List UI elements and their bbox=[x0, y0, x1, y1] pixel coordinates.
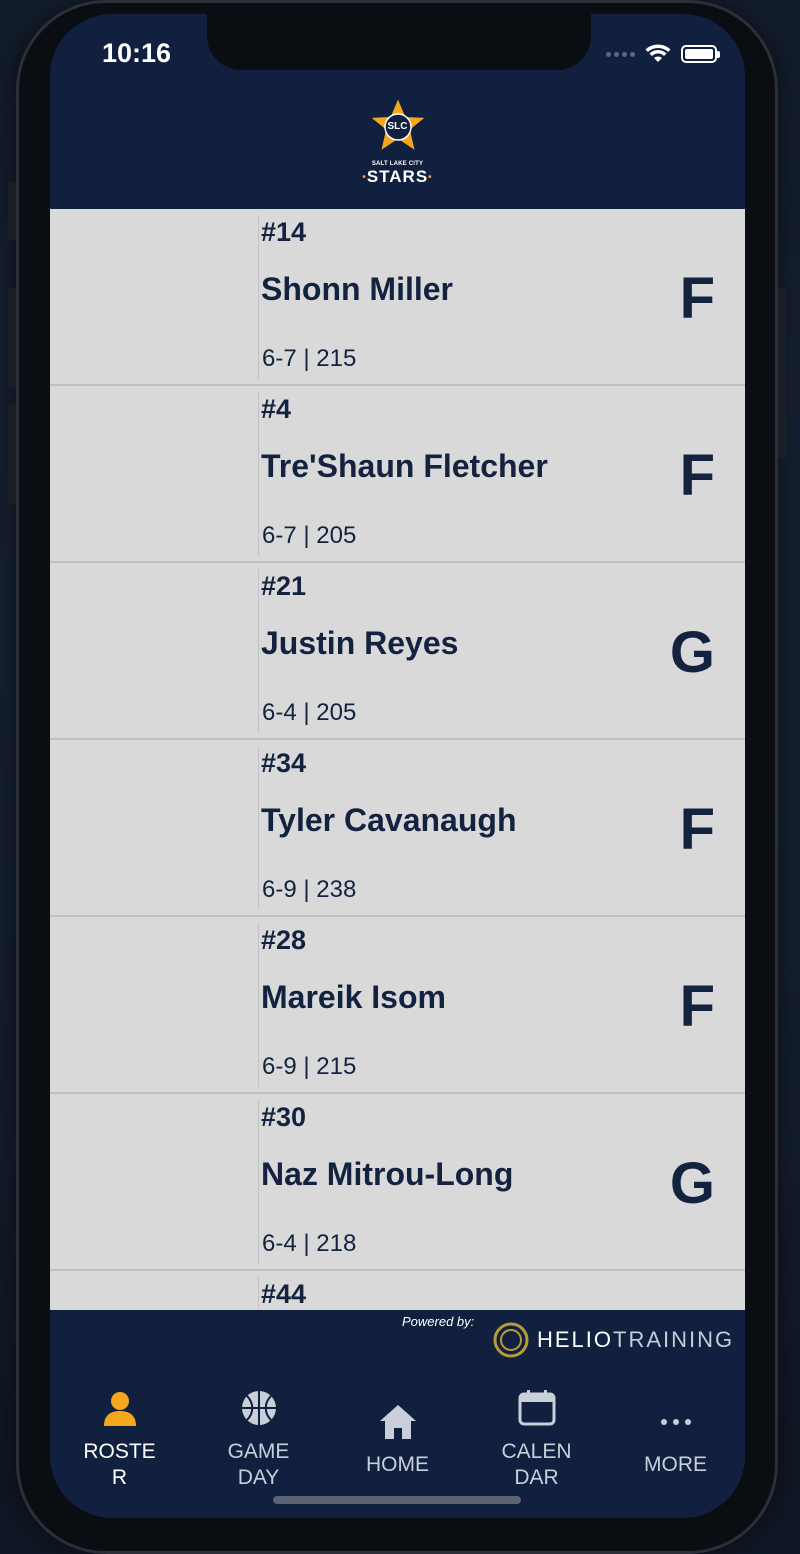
roster-list[interactable]: #14 Shonn Miller 6-7 | 215 F #4 Tre'Shau… bbox=[50, 209, 745, 1310]
player-photo bbox=[54, 921, 222, 1089]
person-icon bbox=[103, 1392, 136, 1426]
wifi-icon bbox=[645, 44, 671, 62]
player-stats: 6-9 | 238 bbox=[262, 876, 357, 903]
player-position: G bbox=[669, 620, 715, 685]
tab-bar: ROSTE R GAME DAY HOME CALEN DAR MORE bbox=[50, 1374, 745, 1494]
helio-brand-bold: HELIO bbox=[537, 1327, 614, 1352]
tab-label: HOME bbox=[328, 1452, 467, 1478]
tab-more[interactable]: MORE bbox=[606, 1374, 745, 1494]
player-stats: 6-9 | 215 bbox=[262, 1053, 357, 1080]
player-stats: 6-4 | 218 bbox=[262, 1230, 357, 1257]
tab-label-line1: MORE bbox=[644, 1453, 707, 1476]
roster-row[interactable]: #21 Justin Reyes 6-4 | 205 G bbox=[50, 563, 745, 740]
row-divider bbox=[258, 392, 259, 556]
tab-label-line2: DAR bbox=[514, 1466, 559, 1489]
player-position: F bbox=[679, 266, 715, 331]
row-divider bbox=[258, 923, 259, 1087]
tab-label: GAME DAY bbox=[189, 1439, 328, 1491]
helio-logo-icon bbox=[493, 1322, 529, 1358]
tab-game-day[interactable]: GAME DAY bbox=[189, 1374, 328, 1494]
helio-brand-text: HELIOTRAINING bbox=[537, 1327, 734, 1353]
logo-badge-text: SLC bbox=[387, 121, 408, 132]
calendar-icon bbox=[518, 1390, 555, 1426]
player-position: F bbox=[679, 797, 715, 862]
home-indicator[interactable] bbox=[273, 1496, 521, 1504]
player-number: #28 bbox=[261, 925, 307, 955]
player-position: G bbox=[669, 1151, 715, 1216]
player-number: #30 bbox=[261, 1102, 307, 1132]
row-divider bbox=[258, 215, 259, 379]
tab-label-line1: HOME bbox=[366, 1453, 429, 1476]
volume-up-button bbox=[8, 288, 16, 388]
volume-down-button bbox=[8, 404, 16, 504]
player-stats: 6-7 | 215 bbox=[262, 345, 357, 372]
tab-label-line1: GAME bbox=[227, 1440, 290, 1463]
more-icon bbox=[660, 1419, 691, 1425]
player-name: Tyler Cavanaugh bbox=[261, 802, 517, 838]
player-name: Justin Reyes bbox=[261, 625, 459, 661]
status-time: 10:16 bbox=[102, 38, 172, 68]
tab-label: ROSTE R bbox=[50, 1439, 189, 1491]
logo-team-text: •STARS• bbox=[362, 167, 433, 186]
app-screen: 10:16 SLC SALT LAKE CITY •STARS• #14 Sho… bbox=[50, 14, 745, 1518]
tab-label-line1: ROSTE bbox=[83, 1440, 156, 1463]
player-position: F bbox=[679, 974, 715, 1039]
player-photo bbox=[54, 213, 222, 381]
row-divider bbox=[258, 746, 259, 910]
player-number: #34 bbox=[261, 748, 307, 778]
tab-label-line2: DAY bbox=[237, 1466, 280, 1489]
roster-row[interactable]: #14 Shonn Miller 6-7 | 215 F bbox=[50, 209, 745, 386]
tab-roster[interactable]: ROSTE R bbox=[50, 1374, 189, 1494]
helio-training-brand[interactable]: HELIOTRAINING bbox=[493, 1322, 734, 1358]
status-icons bbox=[606, 42, 720, 66]
player-name: Mareik Isom bbox=[261, 979, 446, 1015]
tab-calendar[interactable]: CALEN DAR bbox=[467, 1374, 606, 1494]
basketball-icon bbox=[241, 1391, 276, 1425]
notch bbox=[207, 14, 591, 70]
player-photo bbox=[54, 567, 222, 735]
row-divider bbox=[258, 569, 259, 733]
logo-team-name: STARS bbox=[366, 167, 429, 186]
team-logo: SLC SALT LAKE CITY •STARS• bbox=[355, 94, 440, 196]
tab-label: CALEN DAR bbox=[467, 1439, 606, 1491]
tab-label-line2: R bbox=[111, 1466, 128, 1489]
player-number: #44 bbox=[261, 1279, 307, 1309]
player-photo bbox=[54, 390, 222, 558]
player-number: #4 bbox=[261, 394, 292, 424]
power-button bbox=[778, 288, 786, 458]
player-name: Naz Mitrou-Long bbox=[261, 1156, 514, 1192]
roster-row[interactable]: #4 Tre'Shaun Fletcher 6-7 | 205 F bbox=[50, 386, 745, 563]
player-name: Shonn Miller bbox=[261, 271, 453, 307]
player-photo bbox=[54, 1275, 222, 1310]
mute-switch bbox=[8, 182, 16, 240]
player-number: #21 bbox=[261, 571, 307, 601]
player-stats: 6-4 | 205 bbox=[262, 699, 357, 726]
player-name: Tre'Shaun Fletcher bbox=[261, 448, 548, 484]
player-photo bbox=[54, 1098, 222, 1266]
row-divider bbox=[258, 1100, 259, 1264]
roster-row[interactable]: #44 bbox=[50, 1271, 745, 1310]
signal-icon bbox=[606, 51, 635, 57]
tab-home[interactable]: HOME bbox=[328, 1374, 467, 1494]
row-divider bbox=[258, 1277, 259, 1310]
battery-icon bbox=[681, 45, 720, 63]
roster-row[interactable]: #34 Tyler Cavanaugh 6-9 | 238 F bbox=[50, 740, 745, 917]
helio-brand-thin: TRAINING bbox=[613, 1327, 735, 1352]
roster-row[interactable]: #28 Mareik Isom 6-9 | 215 F bbox=[50, 917, 745, 1094]
player-photo bbox=[54, 744, 222, 912]
player-stats: 6-7 | 205 bbox=[262, 522, 357, 549]
powered-by-text: Powered by: bbox=[402, 1314, 475, 1329]
tab-label-line1: CALEN bbox=[501, 1440, 572, 1463]
player-number: #14 bbox=[261, 217, 307, 247]
player-position: F bbox=[679, 443, 715, 508]
home-icon bbox=[379, 1405, 416, 1439]
tab-label: MORE bbox=[606, 1452, 745, 1478]
roster-row[interactable]: #30 Naz Mitrou-Long 6-4 | 218 G bbox=[50, 1094, 745, 1271]
